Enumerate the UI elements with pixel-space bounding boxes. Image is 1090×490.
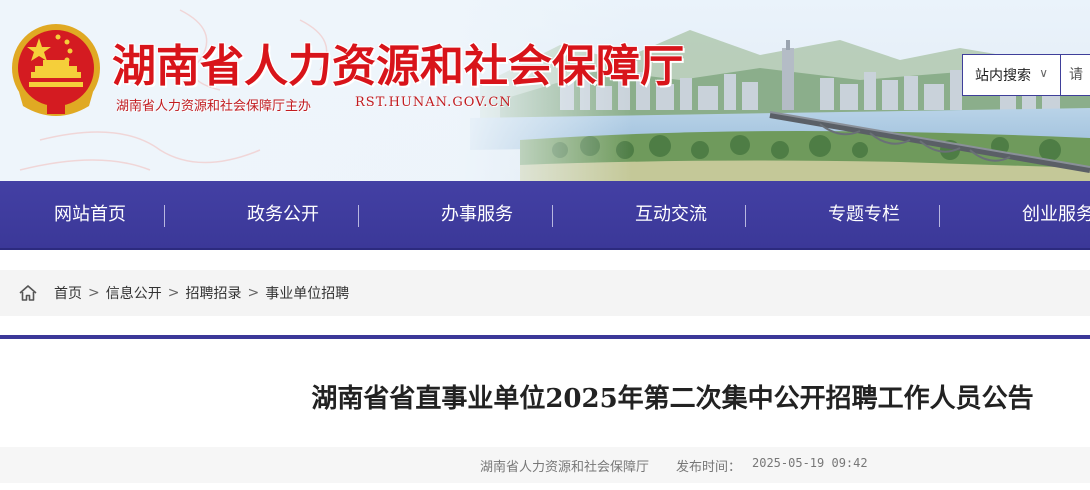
nav-separator	[939, 205, 940, 227]
nav-separator	[745, 205, 746, 227]
site-title: 湖南省人力资源和社会保障厅	[112, 41, 684, 92]
article-title: 湖南省省直事业单位2025年第二次集中公开招聘工作人员公告	[311, 384, 1034, 414]
nav-item-special-topics[interactable]: 专题专栏	[828, 181, 900, 248]
site-domain: RST.HUNAN.GOV.CN	[355, 95, 512, 110]
breadcrumb-separator: >	[88, 285, 100, 301]
site-search: 站内搜索 ∨	[962, 54, 1090, 96]
breadcrumb: 首页 > 信息公开 > 招聘招录 > 事业单位招聘	[0, 270, 1090, 316]
page: 湖南省人力资源和社会保障厅 湖南省人力资源和社会保障厅主办 RST.HUNAN.…	[0, 0, 1090, 490]
nav-item-services[interactable]: 办事服务	[441, 181, 513, 248]
publish-time-label: 发布时间：	[676, 460, 742, 475]
site-sponsor: 湖南省人力资源和社会保障厅主办	[116, 99, 312, 114]
publish-time: 2025-05-19 09:42	[752, 456, 868, 470]
nav-item-entrepreneurship[interactable]: 创业服务	[1022, 181, 1090, 248]
search-scope-select[interactable]: 站内搜索 ∨	[963, 55, 1061, 95]
nav-separator	[358, 205, 359, 227]
nav-separator	[552, 205, 553, 227]
breadcrumb-institution-recruitment[interactable]: 事业单位招聘	[265, 283, 349, 303]
nav-separator	[164, 205, 165, 227]
breadcrumb-home[interactable]: 首页	[54, 283, 82, 303]
national-emblem-icon	[12, 24, 100, 116]
nav-item-interaction[interactable]: 互动交流	[635, 181, 707, 248]
search-input[interactable]	[1061, 56, 1090, 94]
breadcrumb-recruitment[interactable]: 招聘招录	[185, 283, 241, 303]
nav-item-gov-affairs[interactable]: 政务公开	[247, 181, 319, 248]
content-divider	[0, 335, 1090, 339]
search-scope-label: 站内搜索	[975, 68, 1031, 84]
breadcrumb-separator: >	[247, 285, 260, 301]
home-icon[interactable]	[18, 284, 38, 302]
breadcrumb-separator: >	[167, 285, 180, 301]
chevron-down-icon: ∨	[1039, 66, 1048, 80]
article-meta: 湖南省人力资源和社会保障厅 发布时间： 2025-05-19 09:42	[0, 447, 1090, 483]
main-nav: 网站首页 政务公开 办事服务 互动交流 专题专栏 创业服务	[0, 181, 1090, 250]
breadcrumb-info-disclosure[interactable]: 信息公开	[106, 283, 162, 303]
article-source: 湖南省人力资源和社会保障厅	[480, 460, 650, 475]
nav-item-home[interactable]: 网站首页	[54, 181, 126, 248]
header-banner: 湖南省人力资源和社会保障厅 湖南省人力资源和社会保障厅主办 RST.HUNAN.…	[0, 0, 1090, 181]
